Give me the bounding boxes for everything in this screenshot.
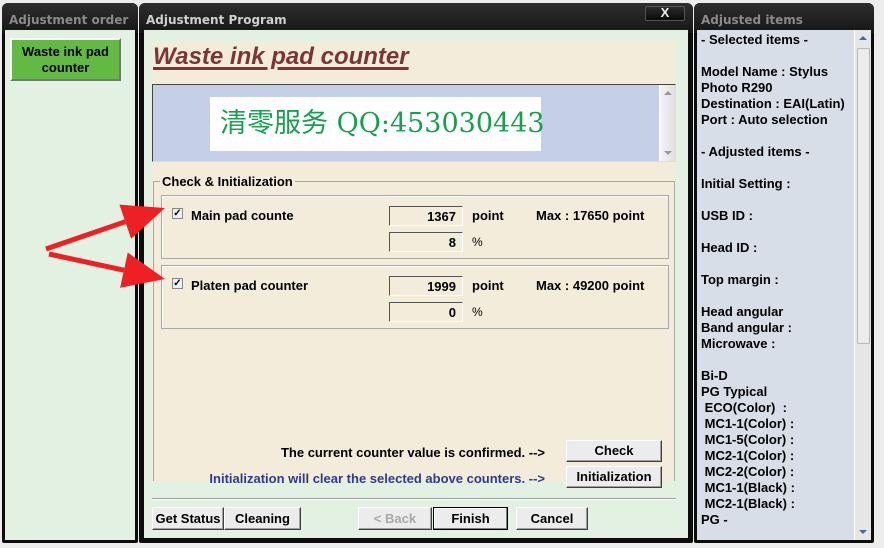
adjusted-item-line: - Selected items - <box>701 32 808 47</box>
initialization-button[interactable]: Initialization <box>566 466 662 488</box>
adjustment-order-panel: Waste ink pad counter <box>5 30 135 540</box>
banner-image: 清零服务 QQ:453030443 <box>210 97 545 151</box>
get-status-button[interactable]: Get Status <box>152 507 224 530</box>
adjusted-items-window: Adjusted items - Selected items - Model N… <box>694 3 874 543</box>
finish-button[interactable]: Finish <box>433 507 508 530</box>
platen-pad-counter-box: ✓ Platen pad counter 1999 point Max : 49… <box>161 265 669 329</box>
cleaning-button[interactable]: Cleaning <box>224 507 301 530</box>
platen-pad-label: Platen pad counter <box>191 278 309 293</box>
adjusted-item-line: MC2-1(Color) : <box>701 448 795 463</box>
adjusted-item-line <box>701 256 845 272</box>
adjusted-item-line <box>701 352 845 368</box>
adjusted-item-line: MC2-1(Black) : <box>701 496 795 511</box>
adjusted-item-line: Band angular : <box>701 320 793 335</box>
adjusted-item-line: USB ID : <box>701 208 753 223</box>
adjusted-item-line: Top margin : <box>701 272 779 287</box>
adjusted-item-line: Bi-D <box>701 368 728 383</box>
main-pad-percent-unit: % <box>472 235 483 249</box>
check-button[interactable]: Check <box>566 440 662 462</box>
main-pad-label: Main pad counte <box>191 208 294 223</box>
scroll-thumb[interactable] <box>857 48 870 344</box>
cancel-button[interactable]: Cancel <box>516 507 588 530</box>
scroll-up-icon[interactable] <box>664 91 672 95</box>
adjusted-item-line: Initial Setting : <box>701 176 791 191</box>
close-icon: X <box>660 5 670 20</box>
adjusted-item-line: - Adjusted items - <box>701 144 810 159</box>
adjustment-program-window: Adjustment Program X Waste ink pad count… <box>139 3 693 543</box>
adjusted-item-line <box>701 128 845 144</box>
close-button[interactable]: X <box>645 6 685 21</box>
checkmark-icon: ✓ <box>173 208 182 219</box>
platen-pad-value: 1999 <box>389 276 463 296</box>
adjusted-items-title: Adjusted items <box>694 3 874 33</box>
main-pad-value: 1367 <box>389 206 463 226</box>
adjustment-program-title: Adjustment Program <box>139 3 693 33</box>
adjusted-item-line: MC1-1(Black) : <box>701 480 795 495</box>
scroll-down-icon[interactable] <box>859 530 867 534</box>
adjusted-item-line: MC1-1(Color) : <box>701 416 795 431</box>
scroll-down-icon[interactable] <box>664 151 672 155</box>
program-client-area: Waste ink pad counter 清零服务 QQ:453030443 … <box>144 30 688 538</box>
adjusted-item-line: Microwave : <box>701 336 776 351</box>
platen-pad-checkbox[interactable]: ✓ <box>172 278 183 289</box>
platen-pad-max: Max : 49200 point <box>536 278 645 293</box>
checkmark-icon: ✓ <box>173 278 182 289</box>
back-button[interactable]: < Back <box>358 507 432 530</box>
main-pad-counter-box: ✓ Main pad counte 1367 point Max : 17650… <box>161 195 669 259</box>
adjusted-item-line: ECO(Color) : <box>701 400 787 415</box>
adjustment-order-window: Adjustment order Waste ink pad counter <box>2 3 138 543</box>
adjusted-item-line: Head ID : <box>701 240 758 255</box>
adjusted-items-scrollbar[interactable] <box>854 30 871 540</box>
platen-pad-percent: 0 <box>389 302 463 322</box>
check-message: The current counter value is confirmed. … <box>280 445 545 460</box>
group-title: Check & Initialization <box>160 174 295 189</box>
platen-pad-percent-unit: % <box>472 305 483 319</box>
initialization-message: Initialization will clear the selected a… <box>209 471 545 486</box>
adjusted-item-line: Port : Auto selection <box>701 112 828 127</box>
adjusted-item-line: MC1-5(Color) : <box>701 432 795 447</box>
adjusted-item-line <box>701 160 845 176</box>
adjusted-item-line <box>701 288 845 304</box>
main-pad-max: Max : 17650 point <box>536 208 645 223</box>
banner-box: 清零服务 QQ:453030443 <box>152 84 676 162</box>
adjusted-item-line <box>701 192 845 208</box>
platen-pad-unit: point <box>472 278 504 293</box>
adjusted-item-line: Head angular <box>701 304 784 319</box>
adjusted-item-line <box>701 48 845 64</box>
footer-separator <box>152 498 676 500</box>
adjusted-item-line <box>701 224 845 240</box>
main-pad-percent: 8 <box>389 232 463 252</box>
adjusted-item-line: Destination : EAI(Latin) <box>701 96 845 111</box>
adjusted-item-line: PG - <box>701 512 728 527</box>
adjusted-items-list: - Selected items - Model Name : Stylus Pho… <box>701 32 845 528</box>
adjusted-item-line: Model Name : Stylus <box>701 64 829 79</box>
adjusted-item-line: MC2-2(Color) : <box>701 464 795 479</box>
main-pad-checkbox[interactable]: ✓ <box>172 208 183 219</box>
adjustment-order-title: Adjustment order <box>2 3 138 33</box>
order-item-waste-ink-pad-counter[interactable]: Waste ink pad counter <box>10 38 121 81</box>
page-title: Waste ink pad counter <box>153 43 409 70</box>
main-panel: Waste ink pad counter 清零服务 QQ:453030443 … <box>152 41 676 488</box>
adjusted-items-panel: - Selected items - Model Name : Stylus Pho… <box>697 30 871 540</box>
main-pad-unit: point <box>472 208 504 223</box>
scroll-up-icon[interactable] <box>859 36 867 40</box>
adjusted-item-line: PG Typical <box>701 384 768 399</box>
adjusted-item-line: Photo R290 <box>701 80 773 95</box>
check-initialization-group: Check & Initialization ✓ Main pad counte… <box>153 174 675 488</box>
banner-scrollbar[interactable] <box>659 85 675 161</box>
